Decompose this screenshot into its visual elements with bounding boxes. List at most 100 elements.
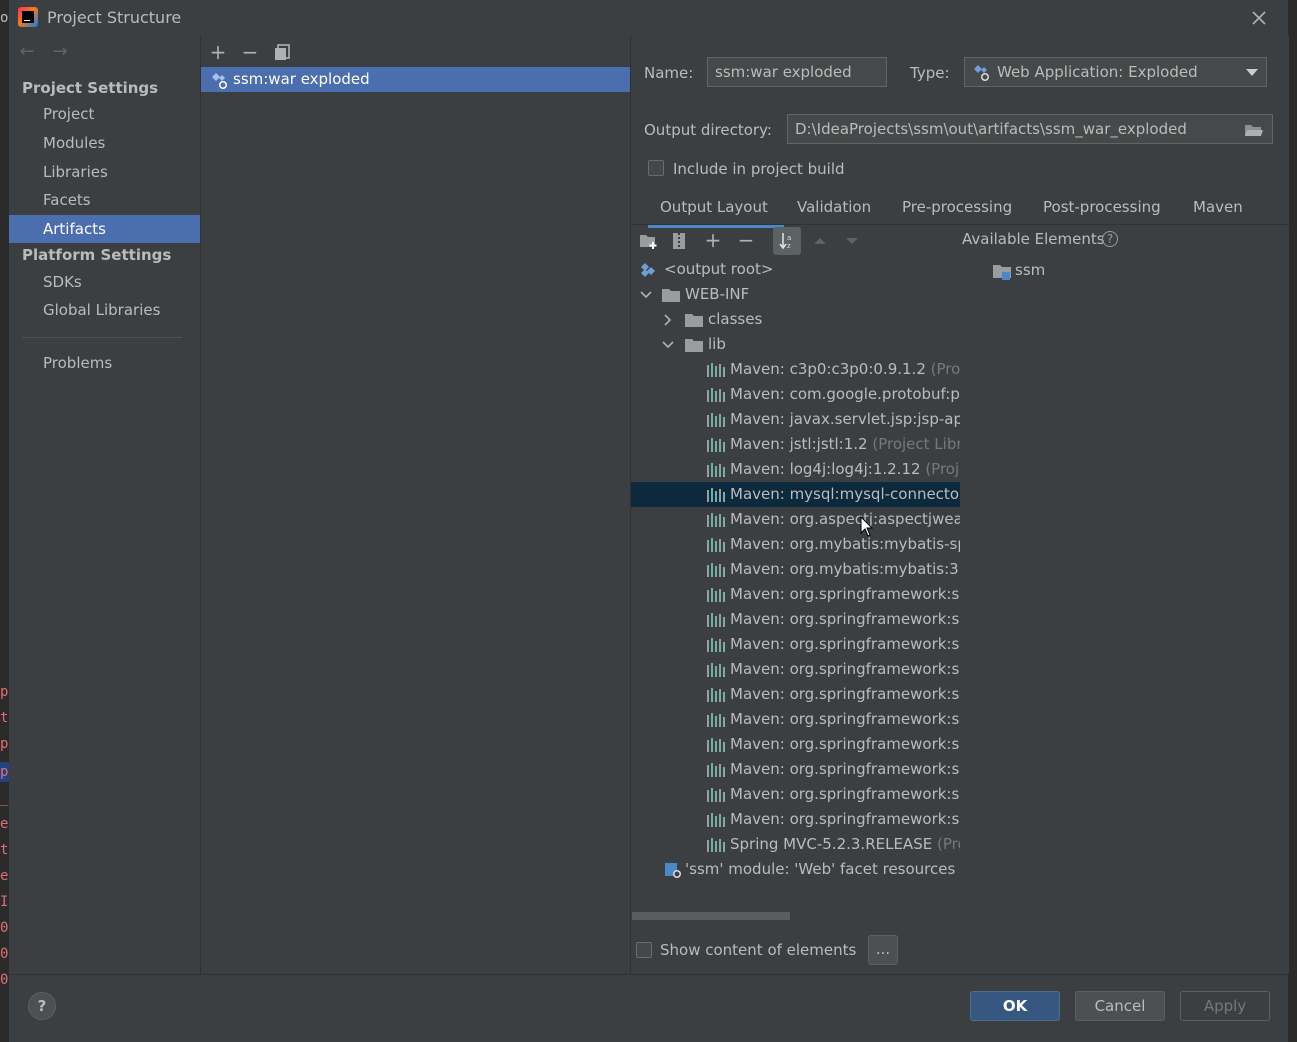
background-glyph: pa bbox=[0, 684, 9, 700]
include-in-build-checkbox[interactable] bbox=[648, 160, 664, 176]
library-suffix: (Project Libra bbox=[872, 435, 960, 453]
move-down-icon[interactable] bbox=[845, 236, 859, 246]
tree-item-library[interactable]: Maven: javax.servlet.jsp:jsp-api: bbox=[631, 407, 960, 432]
tree-item-facet-resources[interactable]: 'ssm' module: 'Web' facet resources bbox=[631, 857, 960, 882]
browse-folder-icon[interactable] bbox=[1244, 122, 1264, 138]
sort-icon: a z bbox=[779, 233, 791, 250]
chevron-right-icon[interactable] bbox=[661, 313, 675, 327]
sidebar-item-problems[interactable]: Problems bbox=[9, 349, 200, 377]
library-name: Maven: org.mybatis:mybatis-spr bbox=[730, 535, 960, 553]
tree-item-library[interactable]: Maven: com.google.protobuf:p bbox=[631, 382, 960, 407]
tree-item-library[interactable]: Maven: org.aspectj:aspectjweav bbox=[631, 507, 960, 532]
sidebar-item-project[interactable]: Project bbox=[9, 100, 200, 128]
close-icon[interactable] bbox=[1247, 6, 1271, 30]
type-select[interactable]: Web Application: Exploded bbox=[964, 57, 1267, 87]
tree-item-web-inf[interactable]: WEB-INF bbox=[631, 282, 960, 307]
move-up-icon[interactable] bbox=[813, 236, 827, 246]
library-icon bbox=[707, 713, 725, 727]
library-name: Maven: org.springframework:sp bbox=[730, 660, 960, 678]
tree-item-library[interactable]: Maven: org.mybatis:mybatis:3.5 bbox=[631, 557, 960, 582]
sidebar-divider bbox=[22, 337, 182, 338]
background-glyph: 0c bbox=[0, 946, 9, 962]
sort-elements-toggle[interactable]: a z bbox=[773, 227, 801, 255]
tree-item-library[interactable]: Spring MVC-5.2.3.RELEASE (Proj bbox=[631, 832, 960, 857]
back-arrow-icon[interactable]: ← bbox=[15, 42, 39, 62]
cancel-button[interactable]: Cancel bbox=[1075, 991, 1165, 1021]
tab-pre-processing[interactable]: Pre-processing bbox=[902, 198, 1012, 226]
tree-item-library[interactable]: Maven: org.springframework:sp bbox=[631, 807, 960, 832]
name-label: Name: bbox=[644, 64, 694, 82]
artifact-list-pane: + − ssm:war exploded bbox=[200, 36, 631, 974]
output-directory-input[interactable]: D:\IdeaProjects\ssm\out\artifacts\ssm_wa… bbox=[787, 114, 1273, 144]
sidebar-item-modules[interactable]: Modules bbox=[9, 129, 200, 157]
sidebar-item-sdks[interactable]: SDKs bbox=[9, 268, 200, 296]
tab-output-layout[interactable]: Output Layout bbox=[648, 198, 784, 228]
tree-item-library[interactable]: Maven: org.springframework:sp bbox=[631, 732, 960, 757]
help-icon[interactable]: ? bbox=[1102, 231, 1118, 247]
library-label: Maven: org.springframework:sp bbox=[730, 707, 960, 732]
sidebar-item-global-libraries[interactable]: Global Libraries bbox=[9, 296, 200, 324]
tab-validation[interactable]: Validation bbox=[797, 198, 871, 226]
ok-button[interactable]: OK bbox=[970, 991, 1060, 1021]
library-label: Maven: c3p0:c3p0:0.9.1.2 (Proje bbox=[730, 357, 960, 382]
tree-item-lib[interactable]: lib bbox=[631, 332, 960, 357]
library-icon bbox=[707, 388, 725, 402]
ellipsis-button[interactable]: ... bbox=[868, 935, 898, 965]
chevron-down-icon[interactable] bbox=[639, 288, 653, 302]
tree-item-library[interactable]: Maven: org.springframework:sp bbox=[631, 757, 960, 782]
sidebar-item-libraries[interactable]: Libraries bbox=[9, 158, 200, 186]
library-icon bbox=[707, 688, 725, 702]
remove-icon[interactable]: − bbox=[239, 41, 261, 63]
library-icon bbox=[707, 413, 725, 427]
dialog-button-bar: ? OK Cancel Apply bbox=[9, 974, 1288, 1035]
library-label: Maven: org.springframework:sp bbox=[730, 732, 960, 757]
archive-icon[interactable] bbox=[671, 232, 687, 250]
tree-item-library[interactable]: Maven: mysql:mysql-connector- bbox=[631, 482, 960, 507]
tree-item-library[interactable]: Maven: org.mybatis:mybatis-spr bbox=[631, 532, 960, 557]
tree-item-library[interactable]: Maven: org.springframework:sp bbox=[631, 632, 960, 657]
library-name: Maven: jstl:jstl:1.2 bbox=[730, 435, 868, 453]
tree-item-classes[interactable]: classes bbox=[631, 307, 960, 332]
horizontal-scrollbar[interactable] bbox=[632, 912, 790, 920]
tree-item-library[interactable]: Maven: log4j:log4j:1.2.12 (Proje bbox=[631, 457, 960, 482]
remove-element-icon[interactable]: − bbox=[736, 229, 756, 251]
help-button[interactable]: ? bbox=[28, 992, 56, 1020]
library-name: Maven: org.springframework:sp bbox=[730, 610, 960, 628]
show-content-checkbox[interactable] bbox=[636, 942, 652, 958]
folder-icon bbox=[685, 314, 703, 327]
background-glyph: t bbox=[0, 710, 9, 726]
add-icon[interactable]: + bbox=[207, 41, 229, 63]
tree-item-library[interactable]: Maven: org.springframework:sp bbox=[631, 682, 960, 707]
tab-post-processing[interactable]: Post-processing bbox=[1043, 198, 1161, 226]
library-name: Maven: c3p0:c3p0:0.9.1.2 bbox=[730, 360, 926, 378]
tree-item-library[interactable]: Maven: jstl:jstl:1.2 (Project Libra bbox=[631, 432, 960, 457]
library-icon bbox=[707, 538, 725, 552]
tree-item-library[interactable]: Maven: org.springframework:sp bbox=[631, 607, 960, 632]
forward-arrow-icon[interactable]: → bbox=[48, 42, 72, 62]
tree-item-library[interactable]: Maven: org.springframework:sp bbox=[631, 657, 960, 682]
tree-item-library[interactable]: Maven: org.springframework:sp bbox=[631, 782, 960, 807]
sidebar-item-facets[interactable]: Facets bbox=[9, 186, 200, 214]
web-artifact-icon bbox=[212, 73, 227, 89]
tree-item-output-root[interactable]: <output root> bbox=[631, 257, 960, 282]
library-icon bbox=[707, 438, 725, 452]
name-input[interactable]: ssm:war exploded bbox=[707, 57, 887, 87]
available-item-label: ssm bbox=[1015, 261, 1046, 279]
tree-item-library[interactable]: Maven: org.springframework:sp bbox=[631, 582, 960, 607]
library-name: Maven: org.mybatis:mybatis:3.5 bbox=[730, 560, 960, 578]
background-glyph: 0c bbox=[0, 920, 9, 936]
tree-item-library[interactable]: Maven: org.springframework:sp bbox=[631, 707, 960, 732]
artifact-list-item[interactable]: ssm:war exploded bbox=[201, 67, 631, 92]
tab-maven[interactable]: Maven bbox=[1193, 198, 1243, 226]
new-directory-icon[interactable] bbox=[639, 232, 659, 250]
sidebar-item-artifacts[interactable]: Artifacts bbox=[9, 215, 200, 243]
artifact-details-pane: Name: ssm:war exploded Type: Web Applica… bbox=[630, 36, 1289, 974]
add-copy-icon[interactable]: + bbox=[703, 229, 723, 251]
copy-icon[interactable] bbox=[273, 43, 291, 61]
chevron-down-icon[interactable] bbox=[661, 338, 675, 352]
tree-item-library[interactable]: Maven: c3p0:c3p0:0.9.1.2 (Proje bbox=[631, 357, 960, 382]
apply-button[interactable]: Apply bbox=[1180, 991, 1270, 1021]
library-name: Maven: org.springframework:sp bbox=[730, 635, 960, 653]
tree-label: classes bbox=[708, 310, 763, 328]
platform-settings-header: Platform Settings bbox=[22, 246, 172, 264]
